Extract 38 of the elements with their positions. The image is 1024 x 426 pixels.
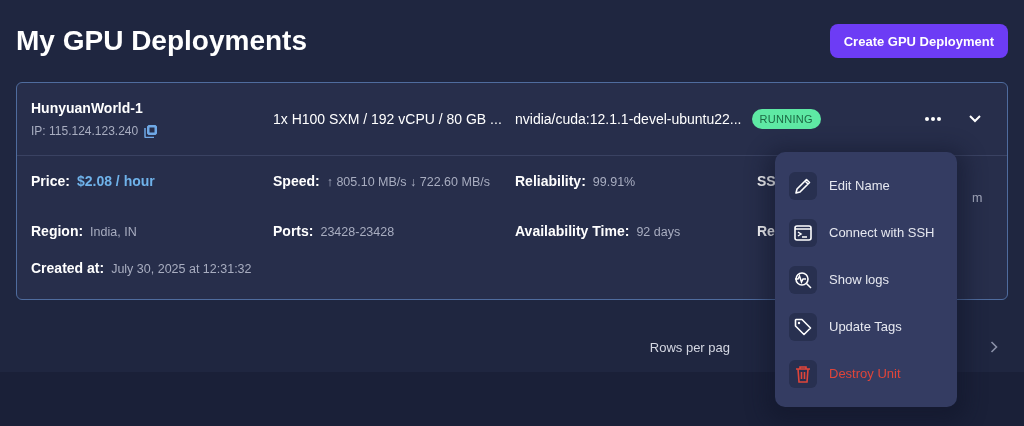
detail-label: SS (757, 173, 776, 189)
detail-value: India, IN (90, 225, 137, 239)
detail-label: Price: (31, 173, 70, 189)
detail-label: Reliability: (515, 173, 586, 189)
detail-label: Ports: (273, 223, 314, 239)
menu-item[interactable]: Connect with SSH (775, 209, 957, 256)
menu-item[interactable]: Update Tags (775, 303, 957, 350)
detail-value: 99.91% (592, 175, 636, 189)
ip-address: IP: 115.124.123.240 (31, 124, 139, 138)
copy-icon[interactable] (144, 124, 158, 138)
detail-value: m (972, 191, 983, 205)
next-page-icon[interactable] (990, 341, 998, 353)
menu-item[interactable]: Show logs (775, 256, 957, 303)
rows-per-page-label: Rows per pag (649, 339, 730, 355)
status-badge: RUNNING (751, 109, 821, 129)
more-icon[interactable] (925, 117, 941, 121)
detail-label: Speed: (273, 173, 320, 189)
detail-value: $2.08 / hour (76, 173, 155, 189)
search-pulse-icon (794, 270, 812, 289)
detail-value: 23428-23428 (320, 225, 395, 239)
image-name: nvidia/cuda:12.1.1-devel-ubuntu22... (515, 111, 742, 127)
detail-label: Re (757, 223, 775, 239)
expand-chevron-icon[interactable] (969, 115, 981, 123)
pencil-icon (794, 176, 812, 195)
deployment-name: HunyuanWorld-1 (31, 100, 144, 116)
detail-label: Created at: (31, 260, 105, 276)
trash-icon (795, 364, 811, 383)
detail-value: 92 days (636, 225, 681, 239)
detail-value: ↑ 805.10 MB/s ↓ 722.60 MB/s (326, 175, 490, 189)
create-deployment-button[interactable]: Create GPU Deployment (829, 24, 1008, 58)
detail-value: July 30, 2025 at 12:31:32 (111, 262, 252, 276)
detail-label: Availability Time: (515, 223, 630, 239)
terminal-icon (794, 224, 812, 241)
detail-label: Region: (31, 223, 84, 239)
tag-icon (794, 317, 812, 336)
menu-item[interactable]: Edit Name (775, 162, 957, 209)
gpu-spec: 1x H100 SXM / 192 vCPU / 80 GB ... (273, 111, 502, 127)
page-title: My GPU Deployments (16, 25, 307, 57)
